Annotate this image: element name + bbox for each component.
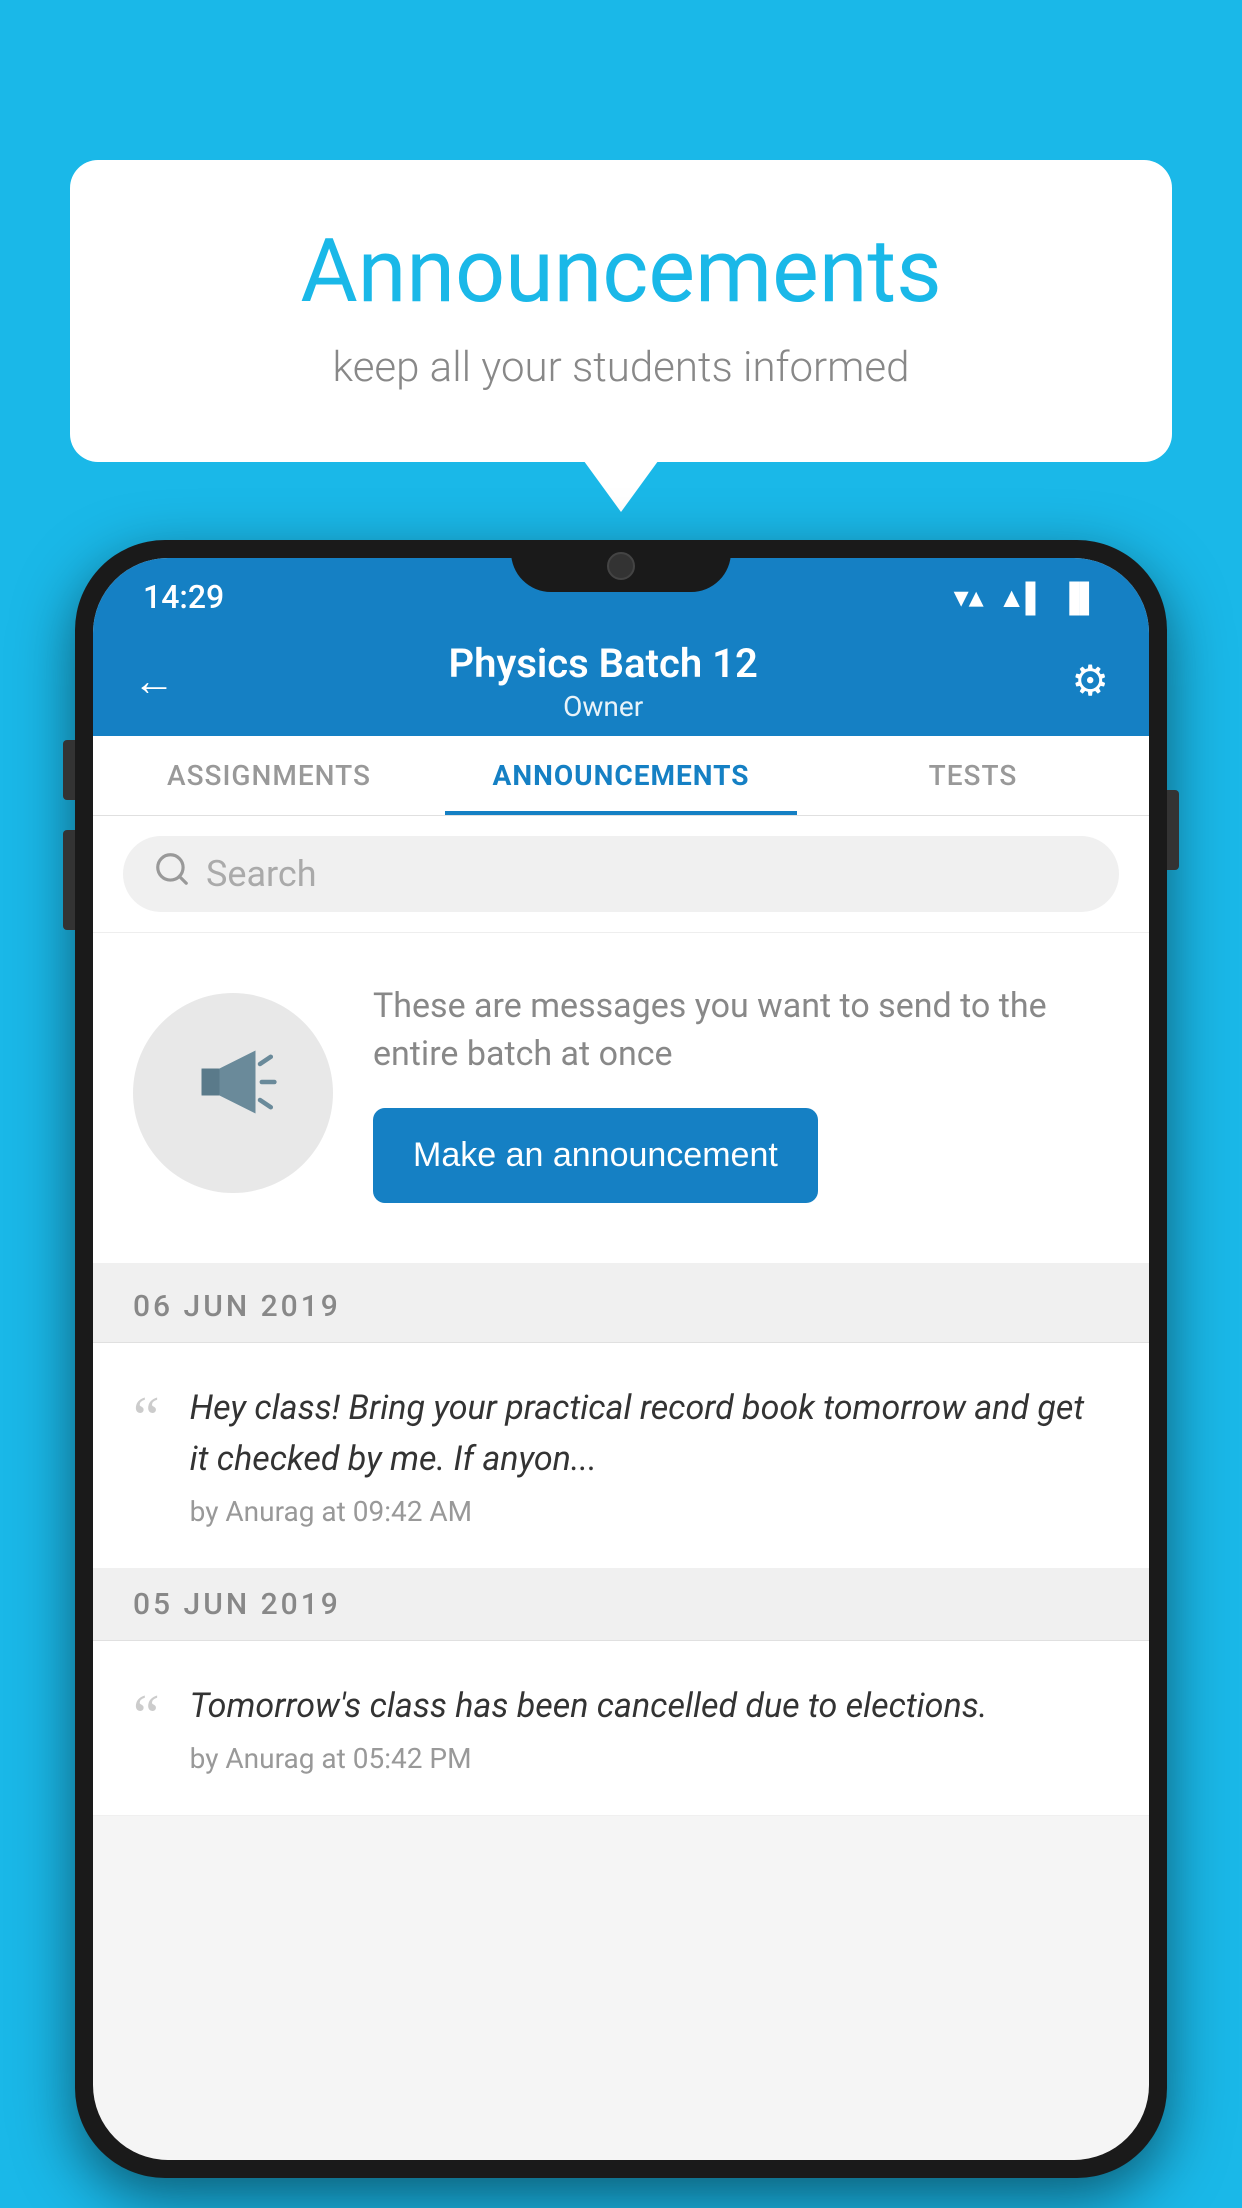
announcement-text-1: Hey class! Bring your practical record b… (190, 1383, 1109, 1528)
announcement-right: These are messages you want to send to t… (373, 983, 1109, 1203)
back-button[interactable]: ← (133, 657, 175, 706)
announcement-author-1: by Anurag at 09:42 AM (190, 1495, 1109, 1528)
announcement-icon-circle (133, 993, 333, 1193)
phone-notch (511, 540, 731, 592)
announcement-item-2[interactable]: “ Tomorrow's class has been cancelled du… (93, 1641, 1149, 1816)
tab-tests[interactable]: TESTS (797, 736, 1149, 815)
speech-bubble-subtitle: keep all your students informed (150, 343, 1092, 392)
phone-power-button (1167, 790, 1179, 870)
status-icons: ▾▴ ▲▌ ▐▌ (954, 580, 1099, 615)
search-bar-container: Search (93, 816, 1149, 933)
tab-bar: ASSIGNMENTS ANNOUNCEMENTS TESTS (93, 736, 1149, 816)
make-announcement-button[interactable]: Make an announcement (373, 1108, 818, 1203)
announcement-description: These are messages you want to send to t… (373, 983, 1109, 1078)
phone-screen: 14:29 ▾▴ ▲▌ ▐▌ ← Physics Batch 12 Owner … (93, 558, 1149, 2160)
signal-icon: ▲▌ (998, 581, 1046, 614)
announcement-text-2: Tomorrow's class has been cancelled due … (190, 1681, 1109, 1775)
status-time: 14:29 (143, 578, 224, 616)
app-bar-title-section: Physics Batch 12 Owner (195, 640, 1011, 723)
phone-outer: 14:29 ▾▴ ▲▌ ▐▌ ← Physics Batch 12 Owner … (75, 540, 1167, 2178)
app-bar-title: Physics Batch 12 (195, 640, 1011, 687)
announcement-message-1: Hey class! Bring your practical record b… (190, 1383, 1109, 1485)
phone-frame: 14:29 ▾▴ ▲▌ ▐▌ ← Physics Batch 12 Owner … (75, 540, 1167, 2178)
wifi-icon: ▾▴ (954, 580, 984, 615)
tab-assignments[interactable]: ASSIGNMENTS (93, 736, 445, 815)
search-placeholder: Search (206, 853, 317, 895)
announcement-prompt: These are messages you want to send to t… (93, 933, 1149, 1271)
phone-volume-up-button (63, 740, 75, 800)
speech-bubble-title: Announcements (150, 220, 1092, 323)
settings-icon[interactable]: ⚙ (1071, 656, 1109, 706)
megaphone-icon (188, 1037, 278, 1149)
phone-volume-down-button (63, 830, 75, 930)
battery-icon: ▐▌ (1059, 581, 1099, 614)
search-icon (153, 850, 191, 898)
quote-icon-1: “ (133, 1388, 160, 1448)
tab-announcements[interactable]: ANNOUNCEMENTS (445, 736, 797, 815)
announcement-message-2: Tomorrow's class has been cancelled due … (190, 1681, 1109, 1732)
app-bar: ← Physics Batch 12 Owner ⚙ (93, 626, 1149, 736)
speech-bubble-container: Announcements keep all your students inf… (70, 160, 1172, 462)
quote-icon-2: “ (133, 1686, 160, 1746)
phone-camera (607, 552, 635, 580)
speech-bubble: Announcements keep all your students inf… (70, 160, 1172, 462)
date-divider-1: 06 JUN 2019 (93, 1271, 1149, 1343)
app-bar-subtitle: Owner (195, 690, 1011, 723)
announcement-item-1[interactable]: “ Hey class! Bring your practical record… (93, 1343, 1149, 1569)
search-bar[interactable]: Search (123, 836, 1119, 912)
announcement-author-2: by Anurag at 05:42 PM (190, 1742, 1109, 1775)
date-divider-2: 05 JUN 2019 (93, 1569, 1149, 1641)
